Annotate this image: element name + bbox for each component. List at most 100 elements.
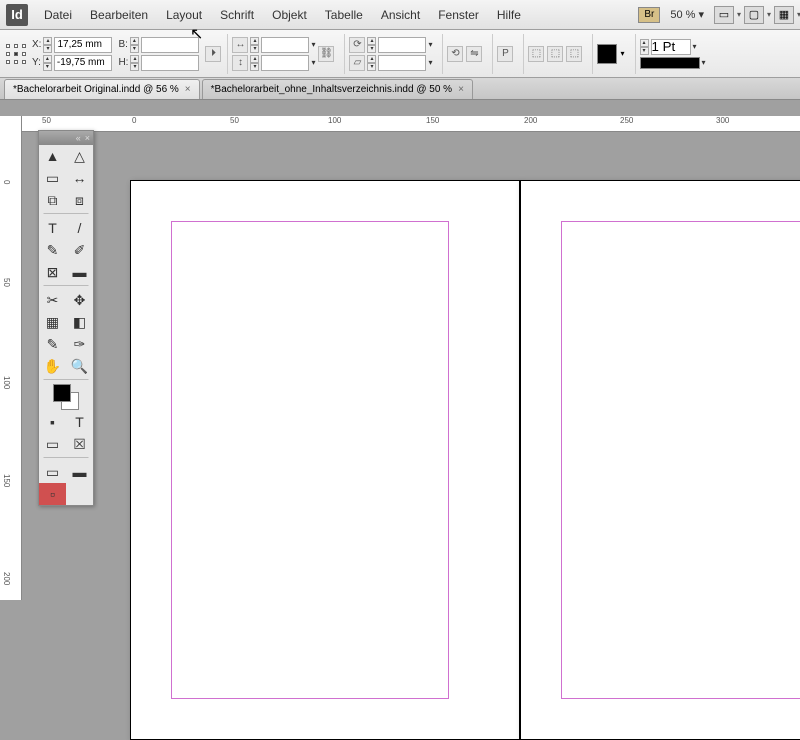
tool-apply-color[interactable]: ▪ (39, 411, 66, 433)
tool-type[interactable]: T (39, 217, 66, 239)
x-input[interactable] (54, 37, 112, 53)
stroke-weight-input[interactable] (651, 39, 691, 55)
sx-spinner[interactable]: ▴▾ (250, 37, 259, 53)
flip-h-icon[interactable]: ⇋ (466, 46, 482, 62)
tool-gradient-feather[interactable]: ◧ (66, 311, 93, 333)
ruler-tick: 200 (2, 572, 11, 585)
tool-content-collector[interactable]: ⧉ (39, 189, 66, 211)
tool-rectangle-frame[interactable]: ⊠ (39, 261, 66, 283)
ruler-vertical[interactable]: 050100150200 (0, 116, 22, 600)
tool-format-container[interactable]: ▭ (39, 433, 66, 455)
rotate-ccw-icon[interactable]: ⟲ (447, 46, 463, 62)
view-options-icon[interactable]: ▭ (714, 6, 734, 24)
zoom-dropdown[interactable]: 50 %▾ (670, 8, 704, 21)
menu-datei[interactable]: Datei (42, 4, 74, 26)
ruler-horizontal[interactable]: 50050100150200250300 (22, 116, 800, 132)
h-spinner[interactable]: ▴▾ (130, 55, 139, 71)
link-icon[interactable]: ⛓ (318, 46, 334, 62)
tool-page[interactable]: ▭ (39, 167, 66, 189)
h-input[interactable] (141, 55, 199, 71)
scale-y-input[interactable] (261, 55, 309, 71)
tool-zoom[interactable]: 🔍 (66, 355, 93, 377)
align-icon-2[interactable]: ⬚ (547, 46, 563, 62)
tool-pen[interactable]: ✎ (39, 239, 66, 261)
menu-tabelle[interactable]: Tabelle (323, 4, 365, 26)
menu-layout[interactable]: Layout (164, 4, 204, 26)
tab-1[interactable]: *Bachelorarbeit_ohne_Inhaltsverzeichnis.… (202, 79, 473, 99)
tool-hand[interactable]: ✋ (39, 355, 66, 377)
ruler-tick: 50 (42, 116, 51, 125)
shear-icon: ▱ (349, 55, 365, 71)
close-icon[interactable]: × (85, 133, 90, 143)
chevron-left-icon[interactable]: « (76, 133, 81, 143)
tool-mode-preview[interactable]: ▬ (66, 461, 93, 483)
x-label: X: (32, 39, 41, 50)
page-right[interactable] (520, 180, 800, 740)
menu-ansicht[interactable]: Ansicht (379, 4, 422, 26)
tool-format-text[interactable]: ☒ (66, 433, 93, 455)
menu-hilfe[interactable]: Hilfe (495, 4, 523, 26)
tab-1-close-icon[interactable]: × (458, 84, 464, 95)
tool-note[interactable]: ✎ (39, 333, 66, 355)
fill-stroke-swatch[interactable] (39, 383, 93, 411)
screen-mode-icon[interactable]: ▢ (744, 6, 764, 24)
tool-free-transform[interactable]: ✥ (66, 289, 93, 311)
rot-spinner[interactable]: ▴▾ (367, 37, 376, 53)
menubar: Id Datei Bearbeiten Layout Schrift Objek… (0, 0, 800, 30)
tool-gradient-swatch[interactable]: ▦ (39, 311, 66, 333)
bridge-icon[interactable]: Br (638, 7, 660, 23)
align-icon-3[interactable]: ⬚ (566, 46, 582, 62)
sy-spinner[interactable]: ▴▾ (250, 55, 259, 71)
p-icon[interactable]: P (497, 46, 513, 62)
stroke-weight-spinner[interactable]: ▴▾ (640, 39, 649, 55)
shear-input[interactable] (378, 55, 426, 71)
menu-objekt[interactable]: Objekt (270, 4, 309, 26)
scale-x-input[interactable] (261, 37, 309, 53)
tool-selection[interactable]: ▲ (39, 145, 66, 167)
y-spinner[interactable]: ▴▾ (43, 55, 52, 71)
tab-0-close-icon[interactable]: × (185, 84, 191, 95)
menu-fenster[interactable]: Fenster (436, 4, 481, 26)
ruler-tick: 150 (2, 474, 11, 487)
shear-spinner[interactable]: ▴▾ (367, 55, 376, 71)
ruler-tick: 200 (524, 116, 537, 125)
tool-apply-none[interactable]: T (66, 411, 93, 433)
tool-pencil[interactable]: ✐ (66, 239, 93, 261)
w-spinner[interactable]: ▴▾ (130, 37, 139, 53)
tab-0-label: *Bachelorarbeit Original.indd @ 56 % (13, 84, 179, 95)
arrange-icon[interactable]: ▦ (774, 6, 794, 24)
stroke-style[interactable] (640, 57, 700, 69)
fill-swatch[interactable] (597, 44, 617, 64)
tab-1-label: *Bachelorarbeit_ohne_Inhaltsverzeichnis.… (211, 84, 452, 95)
tab-0[interactable]: *Bachelorarbeit Original.indd @ 56 % × (4, 79, 200, 99)
tool-line[interactable]: / (66, 217, 93, 239)
align-icon-1[interactable]: ⬚ (528, 46, 544, 62)
tool-mode-color[interactable]: ▫ (39, 483, 66, 505)
ruler-tick: 250 (620, 116, 633, 125)
y-input[interactable] (54, 55, 112, 71)
tool-rectangle[interactable]: ▬ (66, 261, 93, 283)
tool-direct-selection[interactable]: △ (66, 145, 93, 167)
zoom-value: 50 % (670, 9, 695, 21)
tool-eyedropper[interactable]: ✑ (66, 333, 93, 355)
tools-panel-header[interactable]: « × (39, 131, 93, 145)
x-spinner[interactable]: ▴▾ (43, 37, 52, 53)
reference-point[interactable] (6, 44, 26, 64)
rotate-input[interactable] (378, 37, 426, 53)
menu-schrift[interactable]: Schrift (218, 4, 256, 26)
tool-scissors[interactable]: ✂ (39, 289, 66, 311)
tool-mode-normal[interactable]: ▭ (39, 461, 66, 483)
workspace: 50050100150200250300 050100150200 (0, 116, 800, 600)
cursor-icon: ↖ (190, 24, 203, 44)
page-left[interactable] (130, 180, 520, 740)
menu-bearbeiten[interactable]: Bearbeiten (88, 4, 150, 26)
w-label: B: (118, 39, 127, 50)
constrain-icon[interactable]: ⏵ (205, 46, 221, 62)
y-label: Y: (32, 57, 41, 68)
canvas[interactable] (22, 132, 800, 600)
rotate-icon: ⟳ (349, 37, 365, 53)
tool-gap[interactable]: ↔ (66, 167, 93, 189)
h-label: H: (118, 57, 128, 68)
ruler-tick: 100 (328, 116, 341, 125)
tool-content-placer[interactable]: ⧈ (66, 189, 93, 211)
